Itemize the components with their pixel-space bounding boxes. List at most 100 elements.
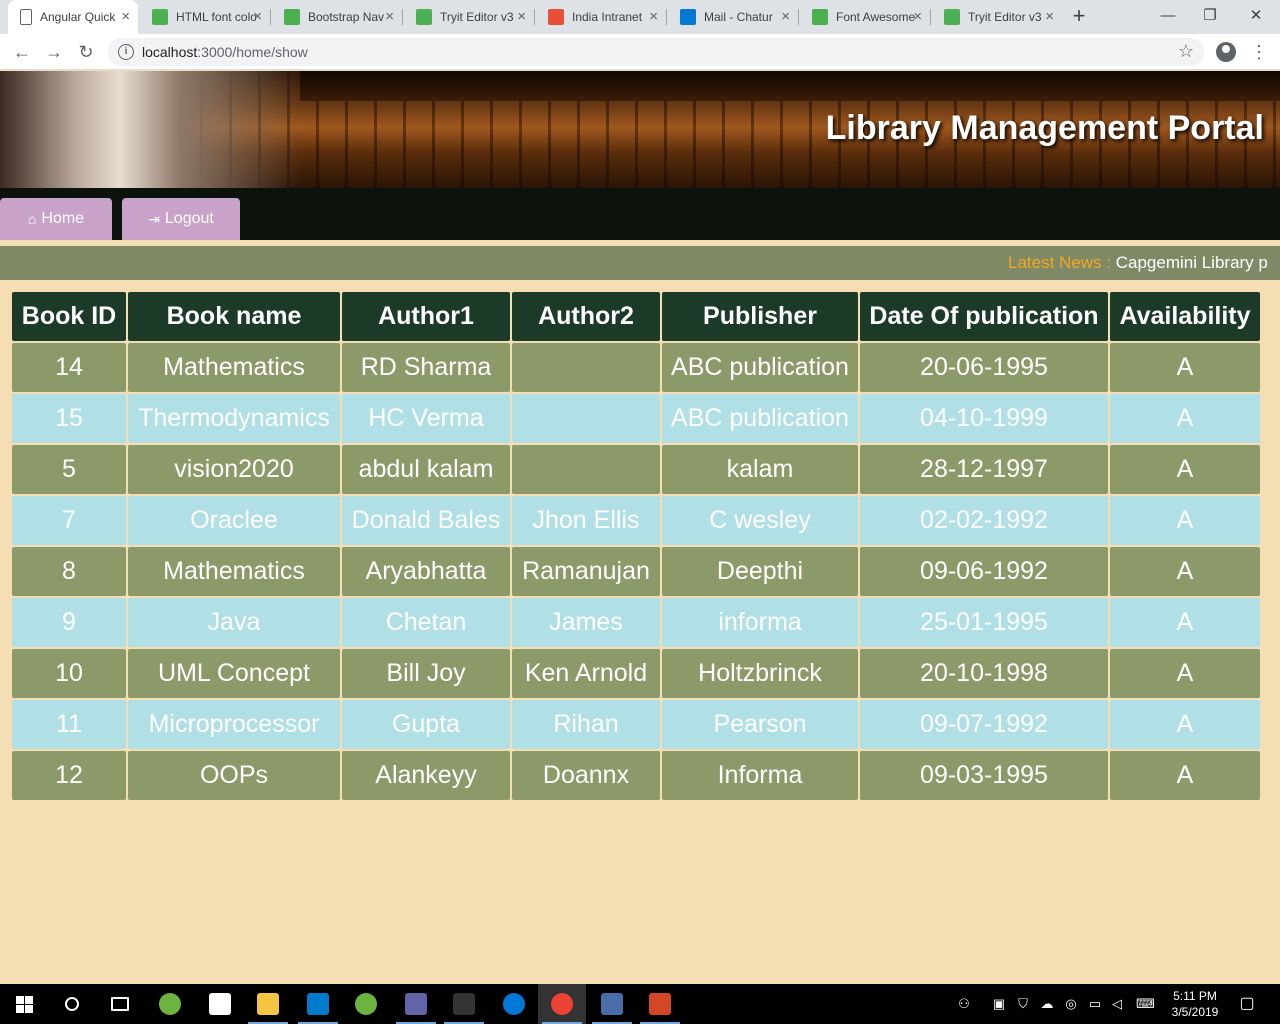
table-cell: Mathematics [128,343,340,392]
outlook-icon [680,9,696,25]
tab-close-icon[interactable]: × [781,9,790,24]
profile-icon[interactable] [1216,42,1236,62]
teams-icon[interactable] [392,984,440,1024]
restore-button[interactable]: ❐ [1190,4,1230,28]
volume-icon[interactable]: ◁ [1108,995,1126,1013]
windows-taskbar: ⚇ ▣ ⛉ ☁ ◎ ▭ ◁ ⌨ 5:11 PM 3/5/2019 ▢ [0,984,1280,1024]
table-header-row: Book ID Book name Author1 Author2 Publisher D… [12,292,1260,341]
back-button[interactable]: ← [10,40,34,64]
keyboard-icon[interactable]: ⌨ [1136,995,1155,1013]
security-icon[interactable]: ⛉ [1014,995,1032,1013]
notifications-icon[interactable]: ▢ [1238,995,1256,1013]
table-cell: A [1110,445,1260,494]
banner-hall-image [0,71,300,188]
tab-title: Tryit Editor v3 [440,10,514,24]
table-cell: Holtzbrinck [662,649,858,698]
search-icon[interactable] [48,984,96,1024]
document-icon [20,9,32,25]
taskbar-glyph [159,993,181,1015]
globe-icon[interactable]: ◎ [1062,995,1080,1013]
taskbar-glyph [503,993,525,1015]
window-close-button[interactable]: ✕ [1236,4,1276,28]
address-bar[interactable]: i localhost:3000/home/show ☆ [108,38,1204,66]
url-text[interactable]: localhost:3000/home/show [142,44,308,60]
table-cell: C wesley [662,496,858,545]
table-cell: 7 [12,496,126,545]
edge-icon[interactable] [490,984,538,1024]
browser-tab[interactable]: Mail - Chatur × [668,0,798,34]
table-cell: 02-02-1992 [860,496,1108,545]
tab-close-icon[interactable]: × [913,9,922,24]
table-cell: informa [662,598,858,647]
table-cell: A [1110,394,1260,443]
browser-tab[interactable]: Tryit Editor v3 × [932,0,1062,34]
table-cell: UML Concept [128,649,340,698]
browser-tab[interactable]: HTML font color × [140,0,270,34]
news-text: Capgemini Library p [1115,253,1268,272]
tab-title: Font Awesome [836,10,916,24]
w3schools-icon [416,9,432,25]
browser-tab[interactable]: Angular Quick × [8,0,138,34]
onedrive-icon[interactable]: ☁ [1038,995,1056,1013]
table-cell: Donald Bales [342,496,510,545]
new-tab-button[interactable]: + [1068,4,1090,28]
home-button[interactable]: ⌂ Home [0,198,112,240]
nav-bar: ⌂ Home ⇥ Logout [0,188,1280,240]
info-icon[interactable]: i [118,44,134,60]
column-header: Publisher [662,292,858,341]
people-icon[interactable]: ⚇ [955,995,973,1013]
taskbar-glyph [209,993,231,1015]
tab-close-icon[interactable]: × [121,9,130,24]
w3schools-icon [152,9,168,25]
browser-tab[interactable]: Bootstrap Nav × [272,0,402,34]
sql-developer-icon[interactable] [588,984,636,1024]
spring-tool-icon[interactable] [342,984,390,1024]
mail-icon[interactable] [196,984,244,1024]
tab-close-icon[interactable]: × [517,9,526,24]
w3schools-icon [812,9,828,25]
taskbar-glyph [601,993,623,1015]
menu-icon[interactable]: ⋮ [1250,40,1268,64]
file-explorer-icon[interactable] [244,984,292,1024]
powerpoint-icon[interactable] [636,984,684,1024]
forward-button[interactable]: → [42,40,66,64]
browser-tab[interactable]: India Intranet × [536,0,666,34]
tab-close-icon[interactable]: × [385,9,394,24]
table-cell: Doannx [512,751,660,800]
tab-close-icon[interactable]: × [1045,9,1054,24]
logout-button[interactable]: ⇥ Logout [122,198,240,240]
table-cell: Oraclee [128,496,340,545]
taskbar-glyph [453,993,475,1015]
column-header: Book name [128,292,340,341]
command-prompt-icon[interactable] [440,984,488,1024]
tab-title: Tryit Editor v3 [968,10,1042,24]
minimize-button[interactable]: — [1148,4,1188,28]
table-cell: 20-10-1998 [860,649,1108,698]
tab-close-icon[interactable]: × [253,9,262,24]
eclipse-icon[interactable] [146,984,194,1024]
browser-tab[interactable]: Tryit Editor v3 × [404,0,534,34]
table-cell: 12 [12,751,126,800]
system-clock[interactable]: 5:11 PM 3/5/2019 [1162,988,1228,1020]
table-cell: Gupta [342,700,510,749]
tab-close-icon[interactable]: × [649,9,658,24]
table-cell: 15 [12,394,126,443]
reload-button[interactable]: ↻ [74,40,98,64]
start-button[interactable] [0,984,48,1024]
browser-tab[interactable]: Font Awesome × [800,0,930,34]
table-cell: 20-06-1995 [860,343,1108,392]
table-cell: Jhon Ellis [512,496,660,545]
teams-tray-icon[interactable]: ▣ [990,995,1008,1013]
network-icon[interactable]: ▭ [1086,995,1104,1013]
table-cell: Alankeyy [342,751,510,800]
chrome-icon[interactable] [538,984,586,1024]
visual-studio-code-icon[interactable] [294,984,342,1024]
table-cell: 14 [12,343,126,392]
table-cell: Thermodynamics [128,394,340,443]
table-cell: A [1110,496,1260,545]
task-view-icon[interactable] [96,984,144,1024]
table-cell: A [1110,547,1260,596]
bookmark-star-icon[interactable]: ☆ [1178,41,1194,62]
t-icon [548,9,564,25]
taskbar-glyph [65,997,79,1011]
